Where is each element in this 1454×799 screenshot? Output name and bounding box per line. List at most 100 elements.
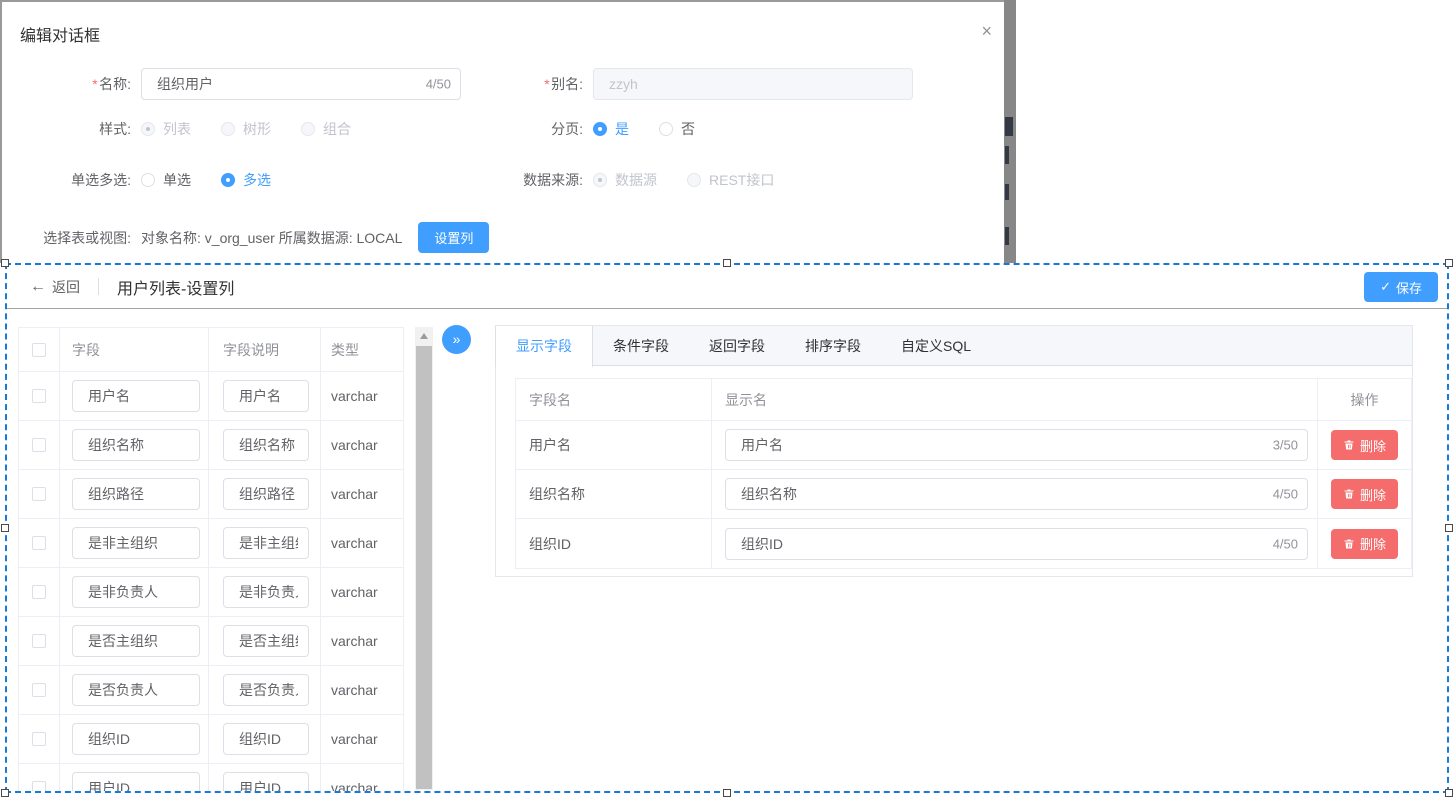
expand-button[interactable]: » bbox=[442, 325, 471, 354]
delete-button[interactable]: 删除 bbox=[1331, 529, 1398, 559]
desc-input[interactable] bbox=[223, 674, 309, 706]
tab-return-fields[interactable]: 返回字段 bbox=[689, 326, 785, 365]
desc-input[interactable] bbox=[223, 723, 309, 755]
selection-handle[interactable] bbox=[1, 259, 9, 267]
radio-icon bbox=[221, 122, 235, 136]
row-checkbox[interactable] bbox=[32, 585, 46, 599]
row-checkbox[interactable] bbox=[32, 487, 46, 501]
tab-condition-fields[interactable]: 条件字段 bbox=[593, 326, 689, 365]
radio-icon bbox=[593, 122, 607, 136]
back-arrow-icon: ← bbox=[30, 278, 46, 296]
name-input[interactable] bbox=[141, 68, 461, 100]
radio-single-select[interactable]: 单选 bbox=[141, 170, 191, 190]
display-name-input[interactable] bbox=[725, 429, 1308, 461]
tab-sort-fields[interactable]: 排序字段 bbox=[785, 326, 881, 365]
tab-display-fields[interactable]: 显示字段 bbox=[495, 326, 593, 367]
alias-input[interactable] bbox=[593, 68, 913, 100]
table-row: varchar bbox=[19, 372, 403, 421]
selection-handle[interactable] bbox=[1445, 524, 1453, 532]
radio-style-list[interactable]: 列表 bbox=[141, 119, 191, 139]
tab-custom-sql[interactable]: 自定义SQL bbox=[881, 326, 991, 365]
display-name-input[interactable] bbox=[725, 528, 1308, 560]
delete-button[interactable]: 删除 bbox=[1331, 430, 1398, 460]
scrollbar-thumb[interactable] bbox=[416, 346, 432, 789]
desc-input[interactable] bbox=[223, 380, 309, 412]
selection-handle[interactable] bbox=[723, 789, 731, 797]
field-name-text: 用户名 bbox=[516, 421, 712, 469]
trash-icon bbox=[1343, 439, 1355, 451]
type-text: varchar bbox=[321, 421, 403, 469]
radio-datasource[interactable]: 数据源 bbox=[593, 170, 657, 190]
row-checkbox[interactable] bbox=[32, 781, 46, 793]
double-chevron-right-icon: » bbox=[453, 331, 461, 347]
edit-dialog: 编辑对话框 × *名称: 4/50 *别名: 样式: 列表 树形 组合 bbox=[0, 0, 1004, 263]
desc-input[interactable] bbox=[223, 772, 309, 793]
table-row: varchar bbox=[19, 568, 403, 617]
display-name-counter: 3/50 bbox=[1273, 438, 1298, 453]
selection-handle[interactable] bbox=[1, 524, 9, 532]
type-text: varchar bbox=[321, 372, 403, 420]
field-input[interactable] bbox=[72, 723, 200, 755]
row-checkbox[interactable] bbox=[32, 438, 46, 452]
row-checkbox[interactable] bbox=[32, 732, 46, 746]
col-header-type: 类型 bbox=[321, 328, 403, 371]
paging-radio-group: 是 否 bbox=[593, 119, 725, 139]
selection-handle[interactable] bbox=[1445, 789, 1453, 797]
type-text: varchar bbox=[321, 617, 403, 665]
type-text: varchar bbox=[321, 470, 403, 518]
desc-input[interactable] bbox=[223, 527, 309, 559]
data-source-label: 数据来源: bbox=[472, 170, 593, 190]
col-header-field-name: 字段名 bbox=[516, 379, 712, 420]
delete-button[interactable]: 删除 bbox=[1331, 479, 1398, 509]
field-input[interactable] bbox=[72, 576, 200, 608]
set-columns-button[interactable]: 设置列 bbox=[418, 222, 489, 253]
selection-handle[interactable] bbox=[723, 259, 731, 267]
back-label: 返回 bbox=[52, 277, 80, 297]
field-input[interactable] bbox=[72, 429, 200, 461]
radio-multi-select[interactable]: 多选 bbox=[221, 170, 271, 190]
field-input[interactable] bbox=[72, 380, 200, 412]
radio-paging-no[interactable]: 否 bbox=[659, 119, 695, 139]
field-input[interactable] bbox=[72, 527, 200, 559]
radio-paging-yes[interactable]: 是 bbox=[593, 119, 629, 139]
desc-input[interactable] bbox=[223, 478, 309, 510]
col-header-action: 操作 bbox=[1318, 379, 1411, 420]
radio-style-combo[interactable]: 组合 bbox=[301, 119, 351, 139]
row-checkbox[interactable] bbox=[32, 536, 46, 550]
row-checkbox[interactable] bbox=[32, 389, 46, 403]
field-input[interactable] bbox=[72, 674, 200, 706]
required-mark: * bbox=[92, 76, 97, 92]
row-checkbox[interactable] bbox=[32, 683, 46, 697]
desc-input[interactable] bbox=[223, 429, 309, 461]
col-header-desc: 字段说明 bbox=[209, 328, 321, 371]
save-button[interactable]: ✓ 保存 bbox=[1364, 272, 1438, 302]
desc-input[interactable] bbox=[223, 625, 309, 657]
object-info: 对象名称: v_org_user 所属数据源: LOCAL bbox=[141, 228, 402, 248]
radio-rest-api[interactable]: REST接口 bbox=[687, 170, 774, 190]
row-checkbox[interactable] bbox=[32, 634, 46, 648]
field-input[interactable] bbox=[72, 772, 200, 793]
col-header-field: 字段 bbox=[60, 328, 209, 371]
triangle-up-icon bbox=[420, 333, 428, 339]
select-all-checkbox[interactable] bbox=[32, 343, 46, 357]
panel-header: ← 返回 用户列表-设置列 ✓ 保存 bbox=[7, 265, 1447, 309]
background-window-edge bbox=[1004, 0, 1016, 263]
dialog-title: 编辑对话框 bbox=[20, 22, 100, 46]
select-mode-radio-group: 单选 多选 bbox=[141, 170, 301, 190]
display-name-counter: 4/50 bbox=[1273, 536, 1298, 551]
fields-table-header: 字段 字段说明 类型 bbox=[19, 328, 403, 372]
radio-style-tree[interactable]: 树形 bbox=[221, 119, 271, 139]
close-icon[interactable]: × bbox=[981, 22, 992, 40]
selection-handle[interactable] bbox=[1445, 259, 1453, 267]
table-row: varchar bbox=[19, 470, 403, 519]
back-button[interactable]: ← 返回 bbox=[30, 277, 80, 297]
display-name-input[interactable] bbox=[725, 478, 1308, 510]
field-name-text: 组织名称 bbox=[516, 470, 712, 518]
scroll-up-button[interactable] bbox=[415, 327, 433, 344]
col-header-display-name: 显示名 bbox=[712, 379, 1318, 420]
field-input[interactable] bbox=[72, 478, 200, 510]
desc-input[interactable] bbox=[223, 576, 309, 608]
fields-table-scrollbar[interactable] bbox=[415, 327, 433, 790]
field-input[interactable] bbox=[72, 625, 200, 657]
selection-handle[interactable] bbox=[1, 789, 9, 797]
